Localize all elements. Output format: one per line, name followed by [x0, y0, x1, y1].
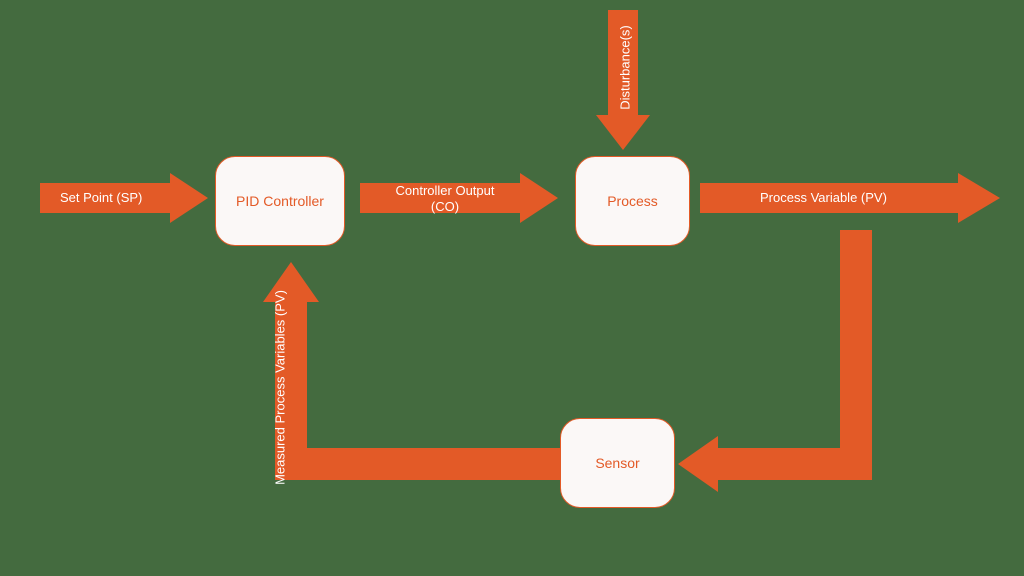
- label-disturbance: Disturbance(s): [618, 23, 633, 113]
- node-process: Process: [575, 156, 690, 246]
- node-sensor-label: Sensor: [595, 455, 639, 471]
- node-pid-label: PID Controller: [236, 193, 324, 209]
- label-setpoint: Set Point (SP): [60, 190, 142, 205]
- node-process-label: Process: [607, 193, 658, 209]
- pid-loop-diagram: PID Controller Process Sensor Set Point …: [0, 0, 1024, 576]
- arrows-layer: [0, 0, 1024, 576]
- node-sensor: Sensor: [560, 418, 675, 508]
- label-process-variable: Process Variable (PV): [760, 190, 887, 205]
- node-pid-controller: PID Controller: [215, 156, 345, 246]
- label-controller-output: Controller Output (CO): [380, 183, 510, 216]
- label-measured-pv: Measured Process Variables (PV): [273, 273, 288, 503]
- arrow-pv-to-sensor: [678, 230, 872, 492]
- arrow-measured-pv: [263, 262, 560, 480]
